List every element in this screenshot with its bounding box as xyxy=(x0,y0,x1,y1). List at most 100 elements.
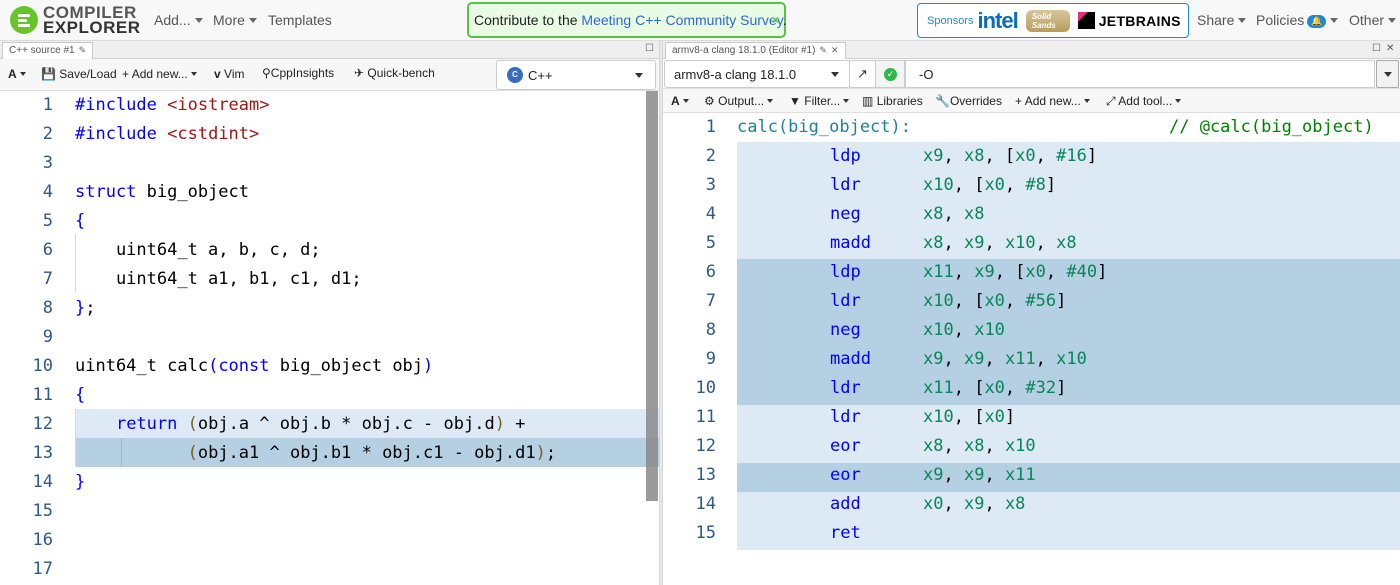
compile-status[interactable]: ✓ xyxy=(875,60,905,88)
line-number: 1 xyxy=(42,95,53,115)
close-icon[interactable]: ✕ xyxy=(831,45,839,55)
asm-operands: x10, [x0, #8] xyxy=(923,175,1057,195)
line-number: 5 xyxy=(705,233,716,253)
asm-operands: x11, [x0, #32] xyxy=(923,378,1067,398)
font-size-button[interactable]: A xyxy=(8,67,26,81)
nav-share-menu[interactable]: Share xyxy=(1197,12,1246,28)
asm-operands: x11, x9, [x0, #40] xyxy=(923,262,1108,282)
code-line: }; xyxy=(75,298,96,318)
line-number: 6 xyxy=(42,240,53,260)
cppinsights-icon: ⚲ xyxy=(262,66,271,80)
options-dropdown-button[interactable] xyxy=(1376,60,1399,88)
save-load-button[interactable]: 💾 Save/Load xyxy=(41,67,117,81)
source-tabstrip: C++ source #1 ✎ ☐ xyxy=(0,41,659,59)
intel-logo[interactable]: intel xyxy=(977,8,1018,34)
line-number: 2 xyxy=(705,146,716,166)
asm-mnemonic: ret xyxy=(830,523,861,543)
line-number: 13 xyxy=(695,465,716,485)
survey-close-button[interactable]: × xyxy=(772,4,779,36)
asm-mnemonic: ldp xyxy=(830,146,861,166)
asm-operands: x10, [x0] xyxy=(923,407,1016,427)
scrollbar[interactable] xyxy=(646,91,658,501)
survey-banner: Contribute to the Meeting C++ Community … xyxy=(467,2,787,38)
asm-label: calc(big_object): xyxy=(737,117,911,137)
asm-mnemonic: eor xyxy=(830,465,861,485)
survey-suffix: . xyxy=(782,12,787,28)
font-size-button[interactable]: A xyxy=(671,94,689,108)
source-editor-pane: C++ source #1 ✎ ☐ A 💾 Save/Load + Add new… xyxy=(0,41,659,585)
nav-more-menu[interactable]: More xyxy=(213,12,257,28)
line-number: 1 xyxy=(705,117,716,137)
compiler-select-bar: armv8-a clang 18.1.0 ↗ ✓ -O xyxy=(663,59,1400,89)
nav-policies-menu[interactable]: Policies 🔔 xyxy=(1256,12,1338,28)
asm-mnemonic: ldr xyxy=(830,291,861,311)
solid-sands-logo[interactable]: Solid Sands xyxy=(1025,9,1070,32)
asm-operands: x9, x8, [x0, #16] xyxy=(923,146,1098,166)
vim-button[interactable]: v Vim xyxy=(214,67,244,81)
sponsors-label: Sponsors xyxy=(927,14,974,27)
quick-bench-button[interactable]: ✈ Quick-bench xyxy=(354,66,435,80)
code-line: uint64_t a, b, c, d; xyxy=(75,240,321,260)
jetbrains-logo[interactable]: JETBRAINS xyxy=(1099,13,1181,29)
compiler-info-icon[interactable]: ↗ xyxy=(849,60,876,88)
libraries-button[interactable]: ▥ Libraries xyxy=(862,94,923,108)
gear-icon: ⚙ xyxy=(704,94,715,108)
cpp-logo-icon: C xyxy=(507,67,523,83)
compiler-value: armv8-a clang 18.1.0 xyxy=(674,67,797,82)
line-number: 9 xyxy=(42,327,53,347)
pencil-icon[interactable]: ✎ xyxy=(79,45,87,55)
survey-link[interactable]: Meeting C++ Community Survey xyxy=(581,12,782,28)
code-line: #include <iostream> xyxy=(75,95,270,115)
add-new-button[interactable]: + Add new... xyxy=(1015,94,1090,108)
asm-operands: x8, x8 xyxy=(923,204,985,224)
maximize-icon[interactable]: ☐ xyxy=(1372,43,1381,54)
chevron-down-icon xyxy=(1384,72,1392,77)
asm-mnemonic: add xyxy=(830,494,861,514)
maximize-icon[interactable]: ☐ xyxy=(645,43,654,54)
add-tool-button[interactable]: ⤢ Add tool... xyxy=(1106,94,1181,109)
asm-operands: x8, x8, x10 xyxy=(923,436,1036,456)
compiler-options-input[interactable]: -O xyxy=(905,60,1375,88)
asm-mnemonic: ldp xyxy=(830,262,861,282)
tab-cpp-source[interactable]: C++ source #1 ✎ xyxy=(2,42,94,59)
asm-mnemonic: ldr xyxy=(830,407,861,427)
filter-icon: ▼ xyxy=(789,94,801,108)
code-line: #include <cstdint> xyxy=(75,124,260,144)
nav-templates[interactable]: Templates xyxy=(268,12,332,28)
filter-button[interactable]: ▼ Filter... xyxy=(789,94,849,108)
code-line: } xyxy=(75,472,86,492)
assembly-output[interactable]: 1 2 3 4 5 6 7 8 9 10 11 12 13 14 15 calc(big_object): … xyxy=(663,113,1400,585)
line-number: 16 xyxy=(32,530,53,550)
add-new-button[interactable]: + Add new... xyxy=(122,67,197,81)
asm-operands: x10, [x0, #56] xyxy=(923,291,1067,311)
line-number: 5 xyxy=(42,211,53,231)
code-line: return (obj.a ^ obj.b * obj.c - obj.d) + xyxy=(115,414,526,434)
tab-compiler[interactable]: armv8-a clang 18.1.0 (Editor #1) ✎ ✕ xyxy=(665,42,846,59)
quickbench-icon: ✈ xyxy=(354,66,365,80)
output-button[interactable]: ⚙ Output... xyxy=(704,94,773,108)
close-pane-icon[interactable]: ✕ xyxy=(1386,43,1394,54)
code-line: uint64_t a1, b1, c1, d1; xyxy=(75,269,362,289)
overrides-button[interactable]: 🔧Overrides xyxy=(935,94,1002,108)
compiler-select[interactable]: armv8-a clang 18.1.0 xyxy=(664,60,850,88)
line-number: 7 xyxy=(705,291,716,311)
nav-other-menu[interactable]: Other xyxy=(1349,12,1396,28)
compiler-explorer-logo[interactable]: COMPILER EXPLORER xyxy=(10,3,141,37)
line-number: 9 xyxy=(705,349,716,369)
nav-add-menu[interactable]: Add... xyxy=(154,12,203,28)
line-number: 14 xyxy=(695,494,716,514)
chevron-down-icon xyxy=(831,72,839,77)
language-select[interactable]: C C++ xyxy=(496,60,656,90)
asm-operands: x9, x9, x11 xyxy=(923,465,1036,485)
line-number: 13 xyxy=(32,443,53,463)
line-number: 4 xyxy=(705,204,716,224)
source-code-editor[interactable]: 1 2 3 4 5 6 7 8 9 10 11 12 13 14 15 16 17 #include <iost… xyxy=(0,91,659,585)
asm-operands: x9, x9, x11, x10 xyxy=(923,349,1087,369)
line-number: 12 xyxy=(695,436,716,456)
jetbrains-icon xyxy=(1077,12,1095,29)
cppinsights-button[interactable]: ⚲CppInsights xyxy=(262,66,334,80)
sponsors-box[interactable]: Sponsors intel Solid Sands JETBRAINS xyxy=(917,3,1189,38)
logo-line2: EXPLORER xyxy=(43,18,141,37)
pencil-icon[interactable]: ✎ xyxy=(819,45,827,55)
line-number: 11 xyxy=(695,407,716,427)
